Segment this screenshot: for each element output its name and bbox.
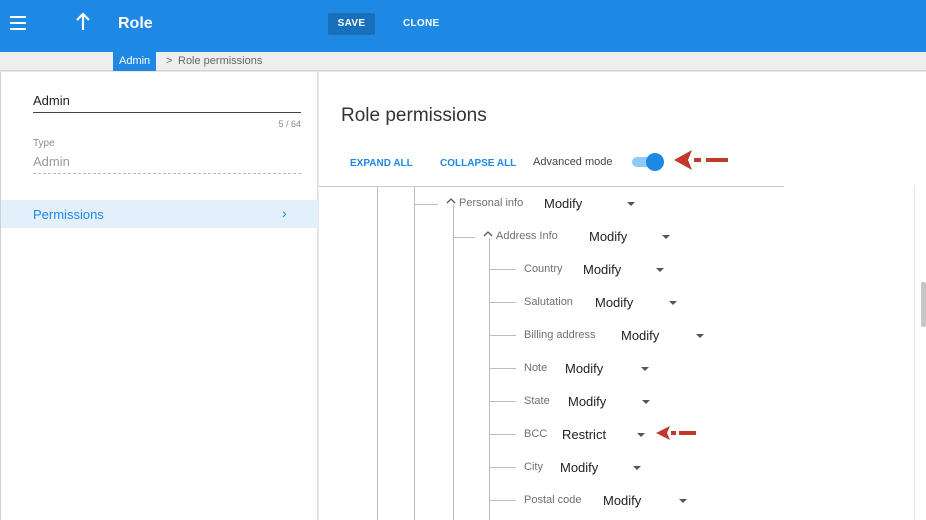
app-bar: Role SAVE CLONE bbox=[0, 0, 926, 52]
annotation-arrow-icon bbox=[674, 150, 728, 170]
permission-select[interactable]: Modify bbox=[583, 262, 621, 277]
permission-select[interactable]: Modify bbox=[621, 328, 659, 343]
permission-select[interactable]: Modify bbox=[565, 361, 603, 376]
arrow-up-icon[interactable] bbox=[74, 12, 92, 32]
tree-node-label: Postal code bbox=[524, 494, 582, 506]
advanced-mode-toggle[interactable] bbox=[630, 153, 664, 171]
tree-node-label: State bbox=[524, 395, 550, 407]
tree-node-label: Salutation bbox=[524, 296, 573, 308]
page-title: Role bbox=[118, 15, 153, 32]
type-label: Type bbox=[33, 138, 55, 149]
breadcrumb: Admin > Role permissions bbox=[0, 52, 926, 71]
tree-node-label: Country bbox=[524, 263, 563, 275]
dropdown-arrow-icon[interactable] bbox=[696, 334, 704, 338]
permission-select[interactable]: Modify bbox=[560, 460, 598, 475]
tree-node-label: City bbox=[524, 461, 543, 473]
scrollbar-thumb[interactable] bbox=[921, 282, 926, 327]
dropdown-arrow-icon[interactable] bbox=[641, 367, 649, 371]
page: Role SAVE CLONE Admin > Role permissions… bbox=[0, 0, 926, 520]
permission-select[interactable]: Modify bbox=[568, 394, 606, 409]
dropdown-arrow-icon[interactable] bbox=[656, 268, 664, 272]
dropdown-arrow-icon[interactable] bbox=[679, 499, 687, 503]
tree-connector bbox=[489, 434, 516, 435]
tree-guide-line bbox=[377, 186, 378, 520]
tree-connector bbox=[489, 467, 516, 468]
tree-guide-line bbox=[489, 238, 490, 520]
save-button[interactable]: SAVE bbox=[328, 13, 375, 35]
tree-connector bbox=[489, 302, 516, 303]
clone-button[interactable]: CLONE bbox=[403, 13, 440, 35]
tree-guide-line bbox=[414, 186, 415, 520]
expand-all-button[interactable]: EXPAND ALL bbox=[350, 158, 413, 169]
collapse-all-button[interactable]: COLLAPSE ALL bbox=[440, 158, 516, 169]
dropdown-arrow-icon[interactable] bbox=[669, 301, 677, 305]
tree-connector bbox=[489, 335, 516, 336]
permission-select[interactable]: Modify bbox=[589, 229, 627, 244]
tree-connector bbox=[489, 500, 516, 501]
tree-connector bbox=[489, 368, 516, 369]
breadcrumb-admin-link[interactable]: Admin bbox=[113, 52, 157, 71]
annotation-arrow-icon bbox=[656, 426, 696, 440]
tree-connector bbox=[489, 401, 516, 402]
role-name-input[interactable]: Admin bbox=[33, 93, 301, 113]
character-counter: 5 / 64 bbox=[278, 119, 301, 129]
tree-divider bbox=[319, 186, 784, 187]
tree-connector bbox=[414, 204, 438, 205]
tree-node-label: Personal info bbox=[459, 197, 524, 209]
tree-node-label: Billing address bbox=[524, 329, 596, 341]
dropdown-arrow-icon[interactable] bbox=[637, 433, 645, 437]
advanced-mode-label: Advanced mode bbox=[533, 156, 613, 168]
sidebar-item-permissions[interactable]: Permissions › bbox=[1, 200, 318, 228]
collapse-caret-icon[interactable] bbox=[446, 197, 456, 208]
hamburger-menu-icon[interactable] bbox=[10, 16, 26, 30]
chevron-right-icon: › bbox=[282, 205, 287, 221]
tree-connector bbox=[453, 237, 475, 238]
permission-select[interactable]: Restrict bbox=[562, 427, 606, 442]
collapse-caret-icon[interactable] bbox=[483, 230, 493, 241]
tree-guide-line bbox=[453, 204, 454, 520]
left-panel: Admin 5 / 64 Type Admin Permissions › bbox=[0, 72, 318, 520]
tree-node-label: BCC bbox=[524, 428, 548, 440]
permission-select[interactable]: Modify bbox=[603, 493, 641, 508]
sidebar-item-label: Permissions bbox=[33, 207, 104, 222]
section-title: Role permissions bbox=[341, 105, 487, 126]
dropdown-arrow-icon[interactable] bbox=[633, 466, 641, 470]
dropdown-arrow-icon[interactable] bbox=[627, 202, 635, 206]
dropdown-arrow-icon[interactable] bbox=[642, 400, 650, 404]
dropdown-arrow-icon[interactable] bbox=[662, 235, 670, 239]
main-panel: Role permissions EXPAND ALL COLLAPSE ALL… bbox=[319, 72, 926, 520]
breadcrumb-current: Role permissions bbox=[178, 55, 263, 67]
type-field: Admin bbox=[33, 154, 301, 174]
permission-select[interactable]: Modify bbox=[544, 196, 582, 211]
permission-select[interactable]: Modify bbox=[595, 295, 633, 310]
tree-connector bbox=[489, 269, 516, 270]
permissions-tree: Personal info Modify Address Info Modify… bbox=[319, 186, 926, 520]
tree-node-label: Note bbox=[524, 362, 548, 374]
scrollbar[interactable] bbox=[914, 186, 926, 520]
breadcrumb-separator: > bbox=[166, 55, 173, 67]
tree-node-label: Address Info bbox=[496, 230, 558, 242]
